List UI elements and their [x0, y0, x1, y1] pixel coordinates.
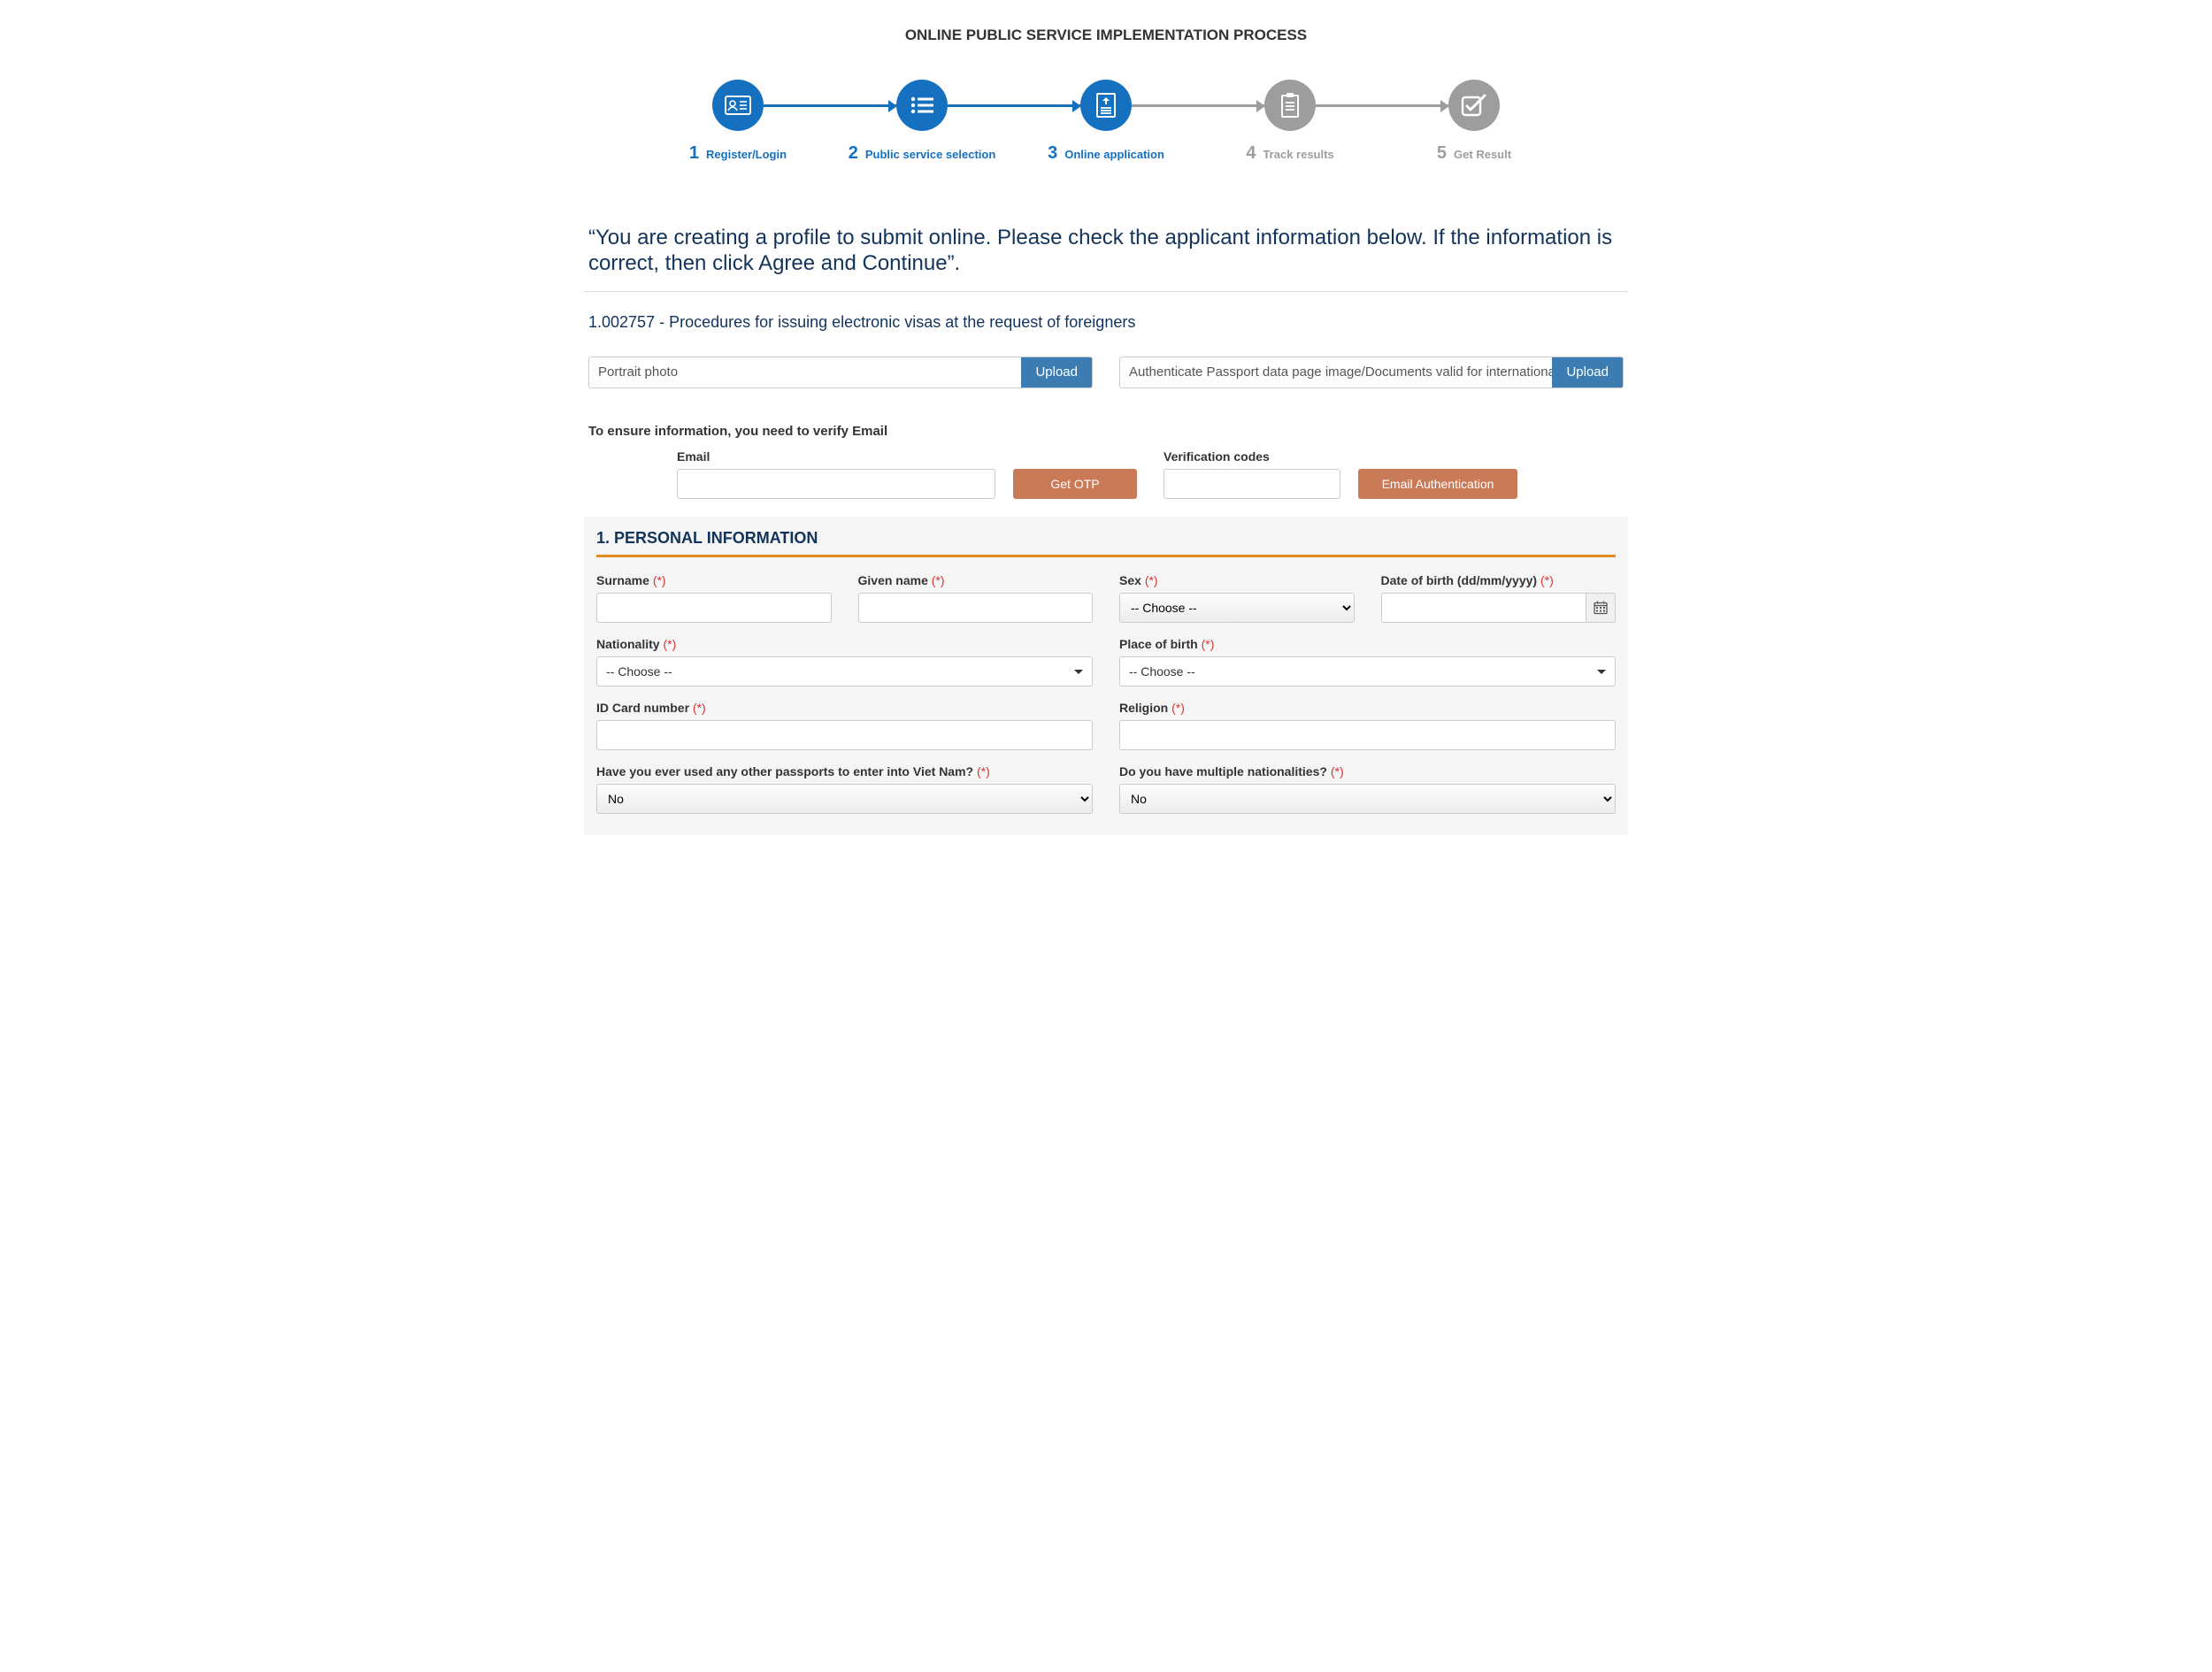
document-up-icon — [1095, 92, 1117, 119]
email-input[interactable] — [677, 469, 995, 499]
step-label: Online application — [1064, 148, 1164, 161]
id-card-label: ID Card number (*) — [596, 701, 1093, 715]
step-register-login: 1 Register/Login — [646, 80, 830, 164]
check-box-icon — [1461, 94, 1487, 117]
step-number: 3 — [1048, 143, 1057, 164]
nationality-label: Nationality (*) — [596, 637, 1093, 651]
step-number: 1 — [689, 143, 699, 164]
step-number: 4 — [1246, 143, 1256, 164]
passport-upload-button[interactable]: Upload — [1552, 357, 1623, 387]
step-number: 5 — [1437, 143, 1447, 164]
step-public-service: 2 Public service selection — [830, 80, 1014, 164]
multi-nat-select[interactable]: No — [1119, 784, 1616, 814]
step-online-application: 3 Online application — [1014, 80, 1198, 164]
id-card-icon — [725, 96, 751, 115]
surname-label: Surname (*) — [596, 573, 832, 587]
other-passports-select[interactable]: No — [596, 784, 1093, 814]
given-name-input[interactable] — [858, 593, 1094, 623]
upload-row: Portrait photo Upload Authenticate Passp… — [584, 357, 1628, 388]
email-auth-button[interactable]: Email Authentication — [1358, 469, 1517, 499]
personal-info-title: 1. PERSONAL INFORMATION — [596, 529, 1616, 557]
step-label: Register/Login — [706, 148, 787, 161]
verification-code-label: Verification codes — [1164, 449, 1340, 464]
email-label: Email — [677, 449, 995, 464]
clipboard-icon — [1279, 92, 1301, 119]
step-connector — [948, 104, 1080, 107]
passport-upload-group: Authenticate Passport data page image/Do… — [1119, 357, 1624, 388]
verify-note: To ensure information, you need to verif… — [584, 424, 1628, 439]
list-icon — [910, 96, 934, 115]
calendar-icon — [1594, 601, 1608, 615]
id-card-input[interactable] — [596, 720, 1093, 750]
step-label: Public service selection — [865, 148, 995, 161]
sex-label: Sex (*) — [1119, 573, 1355, 587]
step-track-results: 4 Track results — [1198, 80, 1382, 164]
step-connector — [764, 104, 896, 107]
religion-label: Religion (*) — [1119, 701, 1616, 715]
other-passports-label: Have you ever used any other passports t… — [596, 764, 1093, 778]
page-title: ONLINE PUBLIC SERVICE IMPLEMENTATION PRO… — [584, 27, 1628, 44]
verification-code-input[interactable] — [1164, 469, 1340, 499]
portrait-upload-placeholder: Portrait photo — [589, 357, 1021, 387]
pob-select[interactable]: -- Choose -- — [1119, 656, 1616, 686]
verify-row: Email Get OTP Verification codes Email A… — [584, 449, 1628, 499]
step-label: Get Result — [1454, 148, 1511, 161]
step-connector — [1316, 104, 1448, 107]
intro-text: “You are creating a profile to submit on… — [584, 226, 1628, 292]
given-name-label: Given name (*) — [858, 573, 1094, 587]
pob-label: Place of birth (*) — [1119, 637, 1616, 651]
portrait-upload-group: Portrait photo Upload — [588, 357, 1093, 388]
step-connector — [1132, 104, 1264, 107]
step-label: Track results — [1263, 148, 1333, 161]
dob-label: Date of birth (dd/mm/yyyy) (*) — [1381, 573, 1617, 587]
procedure-title: 1.002757 - Procedures for issuing electr… — [584, 313, 1628, 332]
sex-select[interactable]: -- Choose -- — [1119, 593, 1355, 623]
multi-nat-label: Do you have multiple nationalities? (*) — [1119, 764, 1616, 778]
dob-input[interactable] — [1381, 593, 1586, 623]
step-get-result: 5 Get Result — [1382, 80, 1566, 164]
step-number: 2 — [849, 143, 858, 164]
stepper: 1 Register/Login 2 Public service select… — [584, 80, 1628, 164]
portrait-upload-button[interactable]: Upload — [1021, 357, 1092, 387]
get-otp-button[interactable]: Get OTP — [1013, 469, 1137, 499]
personal-info-panel: 1. PERSONAL INFORMATION Surname (*) Give… — [584, 517, 1628, 835]
nationality-select[interactable]: -- Choose -- — [596, 656, 1093, 686]
surname-input[interactable] — [596, 593, 832, 623]
religion-input[interactable] — [1119, 720, 1616, 750]
dob-calendar-button[interactable] — [1586, 593, 1616, 623]
passport-upload-placeholder: Authenticate Passport data page image/Do… — [1120, 357, 1552, 387]
